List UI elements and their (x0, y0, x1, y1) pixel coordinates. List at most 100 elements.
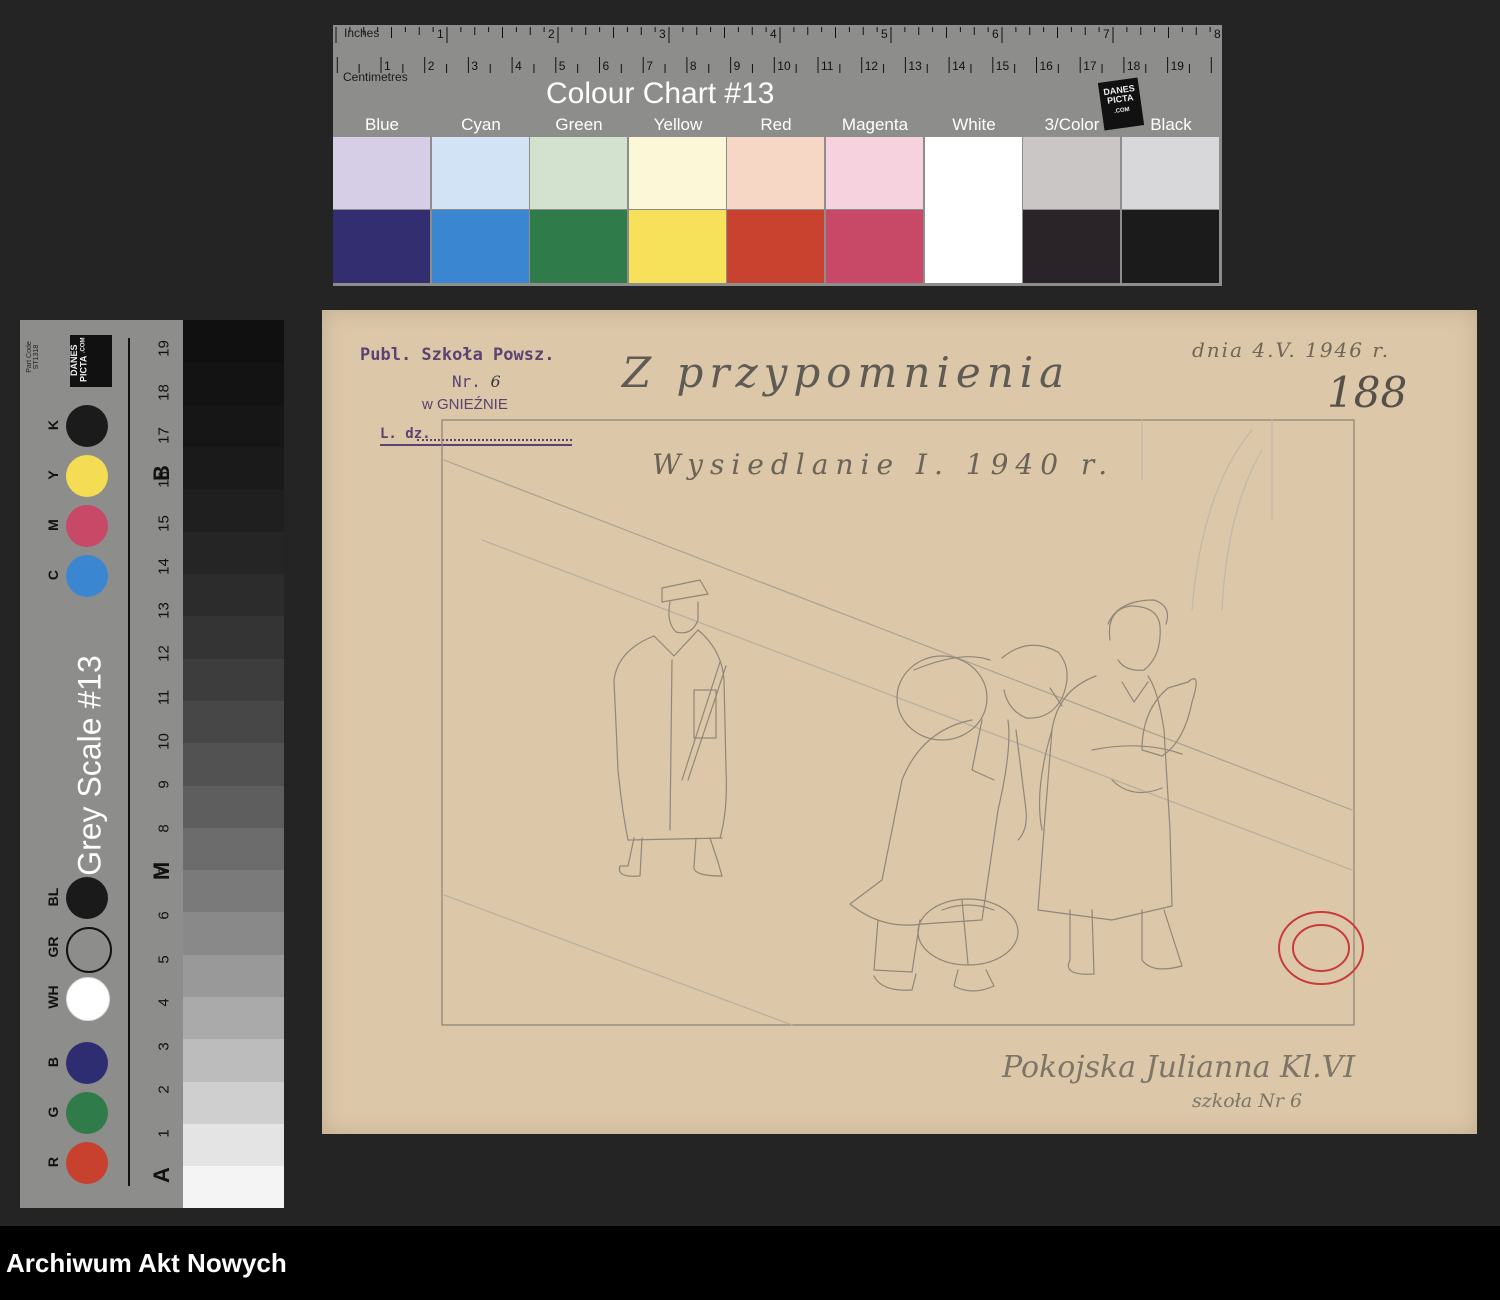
scale-line (128, 338, 130, 1186)
grey-step-21 (183, 320, 284, 363)
grey-step-15 (183, 573, 284, 617)
grey-step-7 (183, 912, 284, 955)
patch-label-b: B (45, 1056, 61, 1068)
inch-mark-label: 8 (1214, 27, 1221, 41)
cm-mark-label: 16 (1040, 59, 1054, 73)
logo-subtext: .COM (1113, 106, 1131, 115)
cm-mark-label: 4 (515, 59, 522, 73)
patch-label-y: Y (45, 470, 61, 480)
patch-label-k: K (45, 419, 61, 431)
grey-step-1 (183, 1165, 284, 1209)
grey-step-16 (183, 531, 284, 575)
grey-step-6 (183, 954, 284, 998)
patch-label-c: C (45, 569, 61, 581)
author-signature: Pokojska Julianna Kl.VI (1002, 1050, 1356, 1085)
swatch-light-0 (333, 137, 430, 209)
colour-name-3-color: 3/Color (1044, 115, 1100, 134)
cm-mark-label: 14 (952, 59, 966, 73)
cm-mark-label: 7 (646, 59, 653, 73)
swatch-light-2 (530, 137, 627, 209)
colour-name-white: White (952, 115, 996, 134)
step-number: 3 (155, 1042, 173, 1051)
archive-red-stamp (1278, 911, 1364, 985)
inches-label: Inches (344, 26, 380, 40)
patch-r (66, 1142, 108, 1184)
patch-label-r: R (45, 1156, 61, 1168)
footer-bar: Archiwum Akt Nowych (0, 1226, 1500, 1300)
swatch-dark-8 (1122, 210, 1219, 283)
grey-step-12 (183, 700, 284, 744)
colour-name-red: Red (760, 115, 792, 134)
archive-brand: Archiwum Akt Nowych (6, 1248, 287, 1278)
swatch-dark-3 (629, 210, 726, 283)
cm-mark-label: 19 (1171, 59, 1185, 73)
patch-b (66, 1042, 108, 1084)
step-number: 6 (155, 911, 173, 920)
inch-mark-label: 1 (437, 27, 444, 41)
logo-subtext: .COM (80, 337, 87, 354)
patch-wh (66, 977, 110, 1021)
swatch-light-1 (432, 137, 529, 209)
cm-mark-label: 3 (471, 59, 478, 73)
colour-names-row: Blue Cyan Green Yellow Red Magenta White 3/Colo… (333, 115, 1222, 137)
grey-step-20 (183, 362, 284, 406)
patch-k (66, 405, 108, 447)
swatch-light-5 (826, 137, 923, 209)
swatch-light-4 (727, 137, 824, 209)
cm-mark-label: 8 (690, 59, 697, 73)
cm-mark-label: 5 (559, 59, 566, 73)
swatch-dark-0 (333, 210, 430, 283)
patch-y (66, 455, 108, 497)
grey-scale-title: Grey Scale #13 (71, 655, 108, 876)
step-number: 2 (155, 1085, 173, 1095)
grey-step-18 (183, 446, 284, 490)
grey-step-5 (183, 996, 284, 1040)
patch-label-wh: WH (45, 985, 61, 1009)
patch-gr (66, 927, 112, 973)
colour-name-green: Green (555, 115, 603, 134)
colour-name-blue: Blue (364, 115, 400, 134)
colour-name-yellow: Yellow (653, 115, 703, 134)
grey-step-19 (183, 404, 284, 448)
cm-mark-label: 12 (865, 59, 879, 73)
grey-step-17 (183, 489, 284, 532)
step-letter-m: M (149, 861, 174, 881)
danes-picta-logo: DANES PICTA .COM (69, 335, 112, 387)
step-number: 8 (155, 824, 173, 833)
colour-chart: 1 2 3 4 5 6 7 8 1 2 3 4 5 6 7 8 9 10 11 12 13 14 15 16 17 18 19 In… (333, 25, 1222, 286)
cm-mark-label: 6 (603, 59, 610, 73)
swatch-light-8 (1122, 137, 1219, 209)
logo-text: DANES PICTA (1102, 82, 1136, 107)
step-number: 4 (155, 998, 173, 1007)
patch-label-bl: BL (45, 887, 61, 907)
inch-mark-label: 2 (548, 27, 555, 41)
step-number: 15 (155, 514, 173, 532)
step-number: 11 (155, 689, 173, 706)
swatch-light-6 (925, 137, 1022, 283)
patch-label-g: G (45, 1106, 61, 1118)
step-number: 10 (155, 732, 173, 750)
step-number: 13 (155, 601, 173, 619)
inch-mark-label: 5 (881, 27, 888, 41)
colour-name-magenta: Magenta (841, 115, 909, 134)
swatch-light-3 (629, 137, 726, 209)
part-code: Part Code ST1318 (26, 341, 40, 373)
swatch-dark-5 (826, 210, 923, 283)
grey-step-10 (183, 785, 284, 828)
swatch-light-7 (1023, 137, 1120, 209)
patch-g (66, 1092, 108, 1134)
step-number: 19 (155, 340, 173, 358)
grey-step-9 (183, 827, 284, 871)
archival-drawing-sheet: Publ. Szkoła Powsz. Nr. 6 w GNIEŹNIE L. … (322, 310, 1477, 1134)
swatch-dark-4 (727, 210, 824, 283)
step-number: 5 (155, 954, 173, 964)
patch-label-m: M (45, 519, 61, 531)
step-number: 9 (155, 780, 173, 789)
step-number: 14 (155, 558, 173, 576)
cm-mark-label: 15 (996, 59, 1010, 73)
cm-mark-label: 9 (734, 59, 741, 73)
cm-mark-label: 17 (1083, 59, 1097, 73)
patch-m (66, 505, 108, 547)
patch-c (66, 555, 108, 597)
colour-chart-title: Colour Chart #13 (546, 77, 775, 110)
